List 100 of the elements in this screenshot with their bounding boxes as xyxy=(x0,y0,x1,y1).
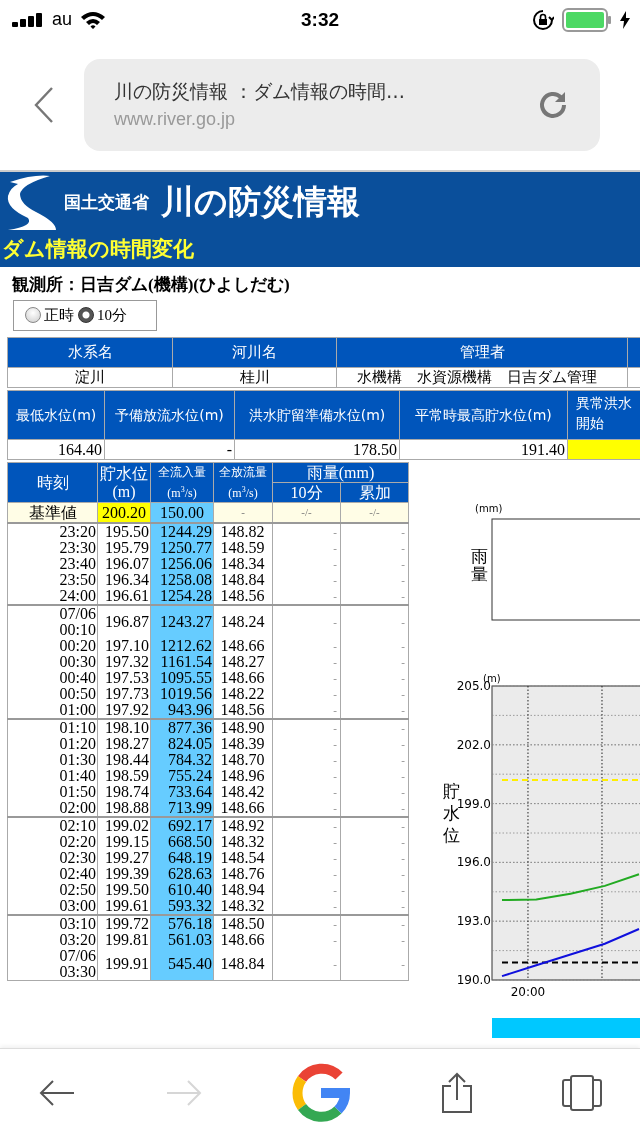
table-cell: 197.32 xyxy=(97,654,151,671)
time-cell: 01:20 xyxy=(7,736,98,753)
back-button[interactable] xyxy=(34,85,54,124)
table-cell: 148.24 xyxy=(213,605,273,639)
table-cell: - xyxy=(272,702,341,720)
interval-option[interactable]: 10分 xyxy=(78,305,127,325)
rotation-lock-icon xyxy=(532,8,554,31)
table-cell: 576.18 xyxy=(150,915,214,933)
table-cell: 水機構 水資源機構 日吉ダム管理 xyxy=(336,367,628,388)
table-cell: - xyxy=(340,719,409,737)
table-cell: 198.74 xyxy=(97,784,151,801)
table-cell: - xyxy=(340,882,409,899)
column-header: 貯水位 (m) xyxy=(97,462,151,503)
table-cell: - xyxy=(272,638,341,655)
table-cell: - xyxy=(272,752,341,769)
table-cell: 1243.27 xyxy=(150,605,214,639)
table-cell: 199.39 xyxy=(97,866,151,883)
carrier-name: au xyxy=(52,9,73,31)
table-cell: 1256.06 xyxy=(150,556,214,573)
table-cell: - xyxy=(340,866,409,883)
table-cell: 199.61 xyxy=(97,898,151,916)
table-cell: - xyxy=(272,540,341,557)
status-time: 3:32 xyxy=(300,8,340,31)
table-cell: 164.40 xyxy=(7,439,105,460)
station-name: 観測所：日吉ダム(機構)(ひよしだむ) xyxy=(11,273,291,296)
table-cell: - xyxy=(340,932,409,949)
charging-bolt-icon xyxy=(620,10,630,29)
table-cell: - xyxy=(340,556,409,573)
column-header: 予備放流水位(m) xyxy=(104,390,235,440)
table-cell: 197.92 xyxy=(97,702,151,720)
chevron-left-icon xyxy=(34,85,54,124)
table-cell: - xyxy=(272,768,341,785)
site-title: 川の防災情報 xyxy=(161,181,360,224)
time-cell: 00:20 xyxy=(7,638,98,655)
table-cell: - xyxy=(340,523,409,541)
table-cell: - xyxy=(340,800,409,818)
column-header: 水系名 xyxy=(7,337,173,368)
table-cell: 197.73 xyxy=(97,686,151,703)
table-cell: - xyxy=(272,948,341,981)
time-cell: 02:40 xyxy=(7,866,98,883)
multicolor-g-icon[interactable] xyxy=(291,1062,351,1123)
share-icon[interactable] xyxy=(439,1071,474,1114)
table-cell: 199.72 xyxy=(97,915,151,933)
time-cell: 03:20 xyxy=(7,932,98,949)
table-cell: - xyxy=(272,654,341,671)
table-cell: - xyxy=(272,556,341,573)
table-cell: 1258.08 xyxy=(150,572,214,589)
time-cell: 07/06 03:30 xyxy=(7,948,98,981)
radio-button[interactable] xyxy=(78,307,94,324)
time-cell: 01:40 xyxy=(7,768,98,785)
table-cell: 198.88 xyxy=(97,800,151,818)
table-cell: 148.32 xyxy=(213,898,273,916)
table-cell: 199.27 xyxy=(97,850,151,867)
table-cell: 191.40 xyxy=(399,439,568,460)
y-tick-label: 196.0 xyxy=(456,855,491,870)
table-cell: 199.50 xyxy=(97,882,151,899)
time-cell: 02:30 xyxy=(7,850,98,867)
table-cell: 148.84 xyxy=(213,948,273,981)
time-cell: 02:00 xyxy=(7,800,98,818)
table-cell: - xyxy=(272,588,341,606)
time-cell: 23:50 xyxy=(7,572,98,589)
table-cell: - xyxy=(340,898,409,916)
back-arrow-icon[interactable] xyxy=(38,1077,76,1108)
table-cell: - xyxy=(104,439,235,460)
table-cell: - xyxy=(272,915,341,933)
table-cell: - xyxy=(340,768,409,785)
interval-option[interactable]: 正時 xyxy=(25,305,74,325)
time-cell: 02:10 xyxy=(7,817,98,835)
time-cell: 03:00 xyxy=(7,898,98,916)
table-cell: - xyxy=(272,784,341,801)
time-cell: 00:50 xyxy=(7,686,98,703)
radio-button[interactable] xyxy=(25,307,41,324)
address-bar[interactable]: 川の防災情報 ：ダム情報の時間… www.river.go.jp xyxy=(84,58,600,151)
rain-unit: (mm) xyxy=(475,503,503,515)
tabs-icon[interactable] xyxy=(562,1074,602,1111)
page-title: 川の防災情報 ：ダム情報の時間… xyxy=(114,79,406,105)
table-cell: - xyxy=(272,800,341,818)
time-cell: 24:00 xyxy=(7,588,98,606)
time-cell: 02:20 xyxy=(7,834,98,851)
table-cell: - xyxy=(272,866,341,883)
time-cell: 01:10 xyxy=(7,719,98,737)
table-cell: 610.40 xyxy=(150,882,214,899)
table-cell: - xyxy=(340,540,409,557)
table-cell: 196.87 xyxy=(97,605,151,639)
time-cell: 23:20 xyxy=(7,523,98,541)
table-cell: 196.07 xyxy=(97,556,151,573)
table-cell: 198.27 xyxy=(97,736,151,753)
time-cell: 03:10 xyxy=(7,915,98,933)
table-cell: 148.66 xyxy=(213,800,273,818)
table-cell: 195.79 xyxy=(97,540,151,557)
y-tick-label: 193.0 xyxy=(456,914,491,929)
column-header: 全流入量 (m$^{3}$/s) xyxy=(150,462,214,503)
table-cell: - xyxy=(272,670,341,687)
page-heading: ダム情報の時間変化 xyxy=(1,235,195,263)
table-cell: - xyxy=(340,784,409,801)
time-cell: 23:40 xyxy=(7,556,98,573)
column-header: 河川名 xyxy=(172,337,337,368)
time-cell: 01:00 xyxy=(7,702,98,720)
table-cell: 1161.54 xyxy=(150,654,214,671)
table-cell: 148.56 xyxy=(213,702,273,720)
